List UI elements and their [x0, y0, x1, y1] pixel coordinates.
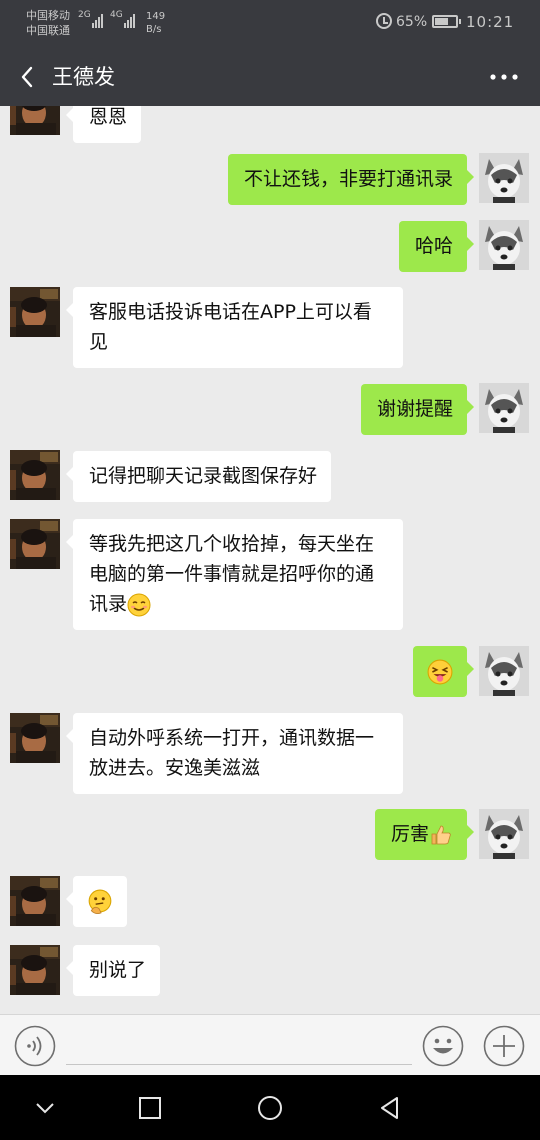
message-bubble-received[interactable] [66, 876, 127, 927]
contact-avatar[interactable] [10, 106, 60, 135]
clock: 10:21 [466, 13, 515, 31]
carrier-1: 中国移动 [26, 9, 70, 22]
message-bubble-sent[interactable]: 不让还钱，非要打通讯录 [227, 154, 475, 205]
blushing-smile-emoji [127, 593, 151, 617]
message-bubble-received[interactable]: 恩恩 [65, 106, 142, 143]
contact-avatar[interactable] [10, 945, 60, 995]
message-bubble-received[interactable]: 自动外呼系统一打开，通讯数据一放进去。安逸美滋滋 [66, 713, 403, 794]
status-bar: 中国移动 中国联通 2G 4G 149 B/s 65% 10:21 [0, 0, 540, 48]
message-list[interactable]: 恩恩 不让还钱，非要打通讯录 哈哈 客服电话投诉电话在APP上可以看见 谢谢提醒… [0, 106, 540, 1014]
chat-header: 王德发 [0, 48, 540, 106]
carrier-names: 中国移动 中国联通 [26, 8, 70, 38]
contact-avatar[interactable] [10, 287, 60, 337]
thinking-face-emoji [87, 889, 113, 915]
more-dots-icon[interactable] [488, 68, 520, 86]
input-bar [0, 1014, 540, 1075]
contact-avatar[interactable] [10, 876, 60, 926]
net-speed: 149 B/s [146, 10, 165, 36]
contact-avatar[interactable] [10, 519, 60, 569]
signal-1-icon: 2G [78, 10, 103, 28]
chevron-down-icon[interactable] [30, 1093, 60, 1123]
message-bubble-received[interactable]: 客服电话投诉电话在APP上可以看见 [66, 287, 403, 368]
my-avatar[interactable] [479, 383, 529, 433]
net-speed-value: 149 [146, 11, 166, 22]
chat-title: 王德发 [52, 65, 115, 89]
message-bubble-received[interactable]: 记得把聊天记录截图保存好 [65, 451, 332, 502]
message-text: 厉害 [390, 823, 429, 845]
carrier-2: 中国联通 [26, 24, 70, 37]
system-nav-bar [0, 1075, 540, 1140]
message-bubble-sent[interactable]: 哈哈 [398, 221, 475, 272]
my-avatar[interactable] [479, 220, 529, 270]
circle-icon[interactable] [255, 1093, 285, 1123]
signal-1-type: 2G [78, 10, 91, 20]
contact-avatar[interactable] [10, 450, 60, 500]
signal-2-icon: 4G [110, 10, 135, 28]
message-bubble-sent[interactable]: 谢谢提醒 [360, 384, 475, 435]
net-speed-unit: B/s [146, 24, 162, 35]
message-bubble-sent[interactable]: 厉害 [374, 809, 475, 860]
thumbs-up-emoji [429, 823, 453, 847]
message-bubble-sent[interactable] [413, 646, 474, 697]
my-avatar[interactable] [479, 809, 529, 859]
triangle-back-icon[interactable] [375, 1093, 405, 1123]
battery-percent: 65% [396, 14, 428, 30]
alarm-icon [376, 13, 392, 29]
voice-icon[interactable] [14, 1025, 56, 1067]
message-input[interactable] [66, 1027, 412, 1065]
my-avatar[interactable] [479, 646, 529, 696]
contact-avatar[interactable] [10, 713, 60, 763]
battery-fill [435, 18, 448, 25]
tongue-out-emoji [427, 659, 453, 685]
message-bubble-received[interactable]: 别说了 [65, 945, 161, 996]
message-bubble-received[interactable]: 等我先把这几个收拾掉，每天坐在电脑的第一件事情就是招呼你的通讯录 [66, 519, 403, 630]
plus-icon[interactable] [483, 1025, 525, 1067]
smiley-icon[interactable] [422, 1025, 464, 1067]
my-avatar[interactable] [479, 153, 529, 203]
battery-icon [432, 15, 461, 28]
square-icon[interactable] [135, 1093, 165, 1123]
chevron-left-icon[interactable] [16, 65, 40, 89]
signal-2-type: 4G [110, 10, 123, 20]
